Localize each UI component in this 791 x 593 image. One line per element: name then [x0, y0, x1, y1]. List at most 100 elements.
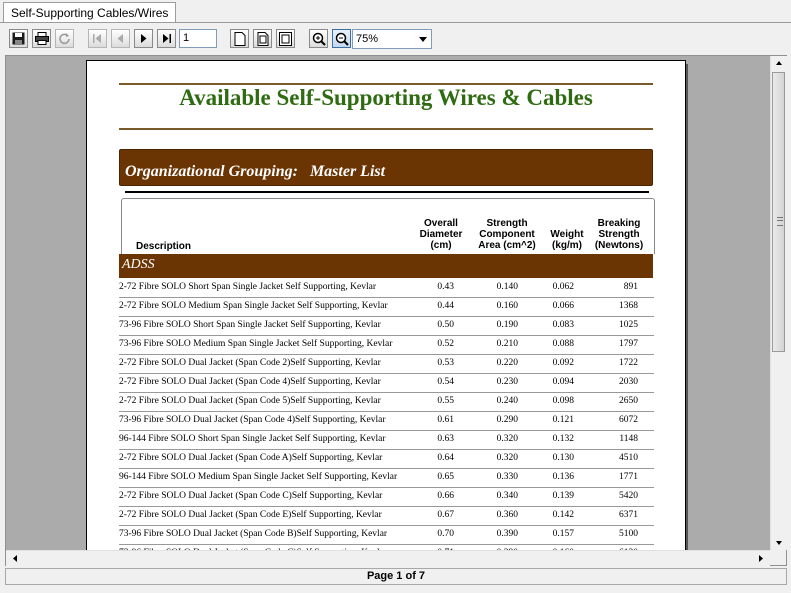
row-description: 2-72 Fibre SOLO Dual Jacket (Span Code E…	[119, 510, 382, 520]
row-diameter: 0.54	[437, 377, 454, 387]
refresh-button[interactable]	[55, 29, 74, 48]
row-breaking: 5420	[619, 491, 638, 501]
table-row: 2-72 Fibre SOLO Medium Span Single Jacke…	[119, 297, 654, 317]
row-area: 0.330	[496, 472, 518, 482]
row-diameter: 0.67	[437, 510, 454, 520]
single-page-button[interactable]	[230, 29, 249, 48]
col-weight: Weight (kg/m)	[546, 229, 588, 251]
row-diameter: 0.70	[437, 529, 454, 539]
row-description: 2-72 Fibre SOLO Dual Jacket (Span Code A…	[119, 453, 383, 463]
row-breaking: 1797	[619, 339, 638, 349]
col-weight-line1: Weight	[550, 229, 584, 240]
grouping-banner: Organizational Grouping: Master List	[119, 149, 653, 186]
row-area: 0.230	[496, 377, 518, 387]
next-page-button[interactable]	[134, 29, 153, 48]
print-button[interactable]	[32, 29, 51, 48]
row-breaking: 1771	[619, 472, 638, 482]
row-description: 2-72 Fibre SOLO Short Span Single Jacket…	[119, 282, 377, 292]
row-diameter: 0.52	[437, 339, 454, 349]
grouping-text: Organizational Grouping: Master List	[125, 163, 385, 181]
zoom-level-select[interactable]: 75%	[352, 29, 432, 49]
scroll-down-icon	[776, 541, 782, 545]
category-band: ADSS	[119, 254, 653, 278]
row-weight: 0.094	[552, 377, 574, 387]
table-row: 2-72 Fibre SOLO Dual Jacket (Span Code 4…	[119, 373, 654, 393]
row-description: 96-144 Fibre SOLO Short Span Single Jack…	[119, 434, 386, 444]
table-row: 2-72 Fibre SOLO Dual Jacket (Span Code C…	[119, 487, 654, 507]
scroll-right-icon	[759, 555, 763, 562]
row-breaking: 2650	[619, 396, 638, 406]
row-breaking: 2030	[619, 377, 638, 387]
row-area: 0.220	[496, 358, 518, 368]
table-row: 96-144 Fibre SOLO Medium Span Single Jac…	[119, 468, 654, 488]
row-weight: 0.083	[552, 320, 574, 330]
zoom-out-button[interactable]	[332, 29, 351, 48]
row-diameter: 0.63	[437, 434, 454, 444]
single-page-icon	[234, 31, 245, 46]
table-row: 73-96 Fibre SOLO Short Span Single Jacke…	[119, 316, 654, 336]
row-description: 96-144 Fibre SOLO Medium Span Single Jac…	[119, 472, 398, 482]
save-icon	[12, 32, 25, 45]
row-weight: 0.088	[552, 339, 574, 349]
page-number-input[interactable]: 1	[179, 29, 217, 48]
grouping-label: Organizational Grouping:	[125, 163, 298, 180]
vertical-scrollbar[interactable]	[770, 56, 787, 550]
zoom-out-icon	[335, 32, 349, 46]
page-width-button[interactable]	[253, 29, 272, 48]
table-row: 2-72 Fibre SOLO Dual Jacket (Span Code 5…	[119, 392, 654, 412]
row-weight: 0.092	[552, 358, 574, 368]
save-button[interactable]	[9, 29, 28, 48]
col-weight-line2: (kg/m)	[552, 240, 582, 251]
row-weight: 0.066	[552, 301, 574, 311]
col-diameter-line2: Diameter	[419, 229, 463, 240]
table-row: 2-72 Fibre SOLO Short Span Single Jacket…	[119, 278, 654, 298]
table-row: 2-72 Fibre SOLO Dual Jacket (Span Code E…	[119, 506, 654, 526]
report-page: Available Self-Supporting Wires & Cables…	[86, 60, 686, 565]
row-diameter: 0.44	[437, 301, 454, 311]
previous-page-button[interactable]	[111, 29, 130, 48]
row-area: 0.320	[496, 453, 518, 463]
table-row: 73-96 Fibre SOLO Dual Jacket (Span Code …	[119, 525, 654, 545]
row-description: 2-72 Fibre SOLO Dual Jacket (Span Code 4…	[119, 377, 381, 387]
last-page-icon	[163, 34, 171, 43]
col-diameter: Overall Diameter (cm)	[416, 218, 466, 251]
row-breaking: 1722	[619, 358, 638, 368]
row-description: 73-96 Fibre SOLO Medium Span Single Jack…	[119, 339, 393, 349]
col-area-line3: Area (cm^2)	[478, 240, 536, 251]
scroll-grip-icon	[777, 217, 783, 226]
first-page-button[interactable]	[88, 29, 107, 48]
table-row: 73-96 Fibre SOLO Medium Span Single Jack…	[119, 335, 654, 355]
row-weight: 0.132	[552, 434, 574, 444]
page-width-icon	[257, 31, 268, 46]
table-header: Description Overall Diameter (cm) Streng…	[121, 198, 655, 254]
row-breaking: 6371	[619, 510, 638, 520]
scroll-up-icon	[776, 61, 782, 65]
row-weight: 0.139	[552, 491, 574, 501]
category-label: ADSS	[122, 257, 155, 272]
row-breaking: 5100	[619, 529, 638, 539]
tab-divider	[0, 22, 791, 23]
report-title: Available Self-Supporting Wires & Cables	[179, 85, 593, 110]
report-viewport[interactable]: Available Self-Supporting Wires & Cables…	[5, 55, 787, 566]
row-diameter: 0.50	[437, 320, 454, 330]
row-diameter: 0.65	[437, 472, 454, 482]
row-description: 2-72 Fibre SOLO Dual Jacket (Span Code 2…	[119, 358, 381, 368]
row-area: 0.390	[496, 529, 518, 539]
row-weight: 0.121	[552, 415, 574, 425]
next-page-icon	[141, 34, 147, 43]
horizontal-scrollbar[interactable]	[6, 550, 770, 566]
row-area: 0.240	[496, 396, 518, 406]
last-page-button[interactable]	[157, 29, 176, 48]
col-area-line2: Component	[479, 229, 535, 240]
table-row: 73-96 Fibre SOLO Dual Jacket (Span Code …	[119, 411, 654, 431]
vertical-scroll-thumb[interactable]	[772, 72, 785, 352]
zoom-in-button[interactable]	[309, 29, 328, 48]
tab-self-supporting-cables[interactable]: Self-Supporting Cables/Wires	[3, 2, 177, 23]
zoom-level-value: 75%	[356, 33, 379, 45]
row-area: 0.140	[496, 282, 518, 292]
zoom-in-icon	[312, 32, 326, 46]
whole-page-button[interactable]	[276, 29, 295, 48]
col-breaking-line2: Strength	[598, 229, 640, 240]
row-diameter: 0.66	[437, 491, 454, 501]
row-area: 0.190	[496, 320, 518, 330]
